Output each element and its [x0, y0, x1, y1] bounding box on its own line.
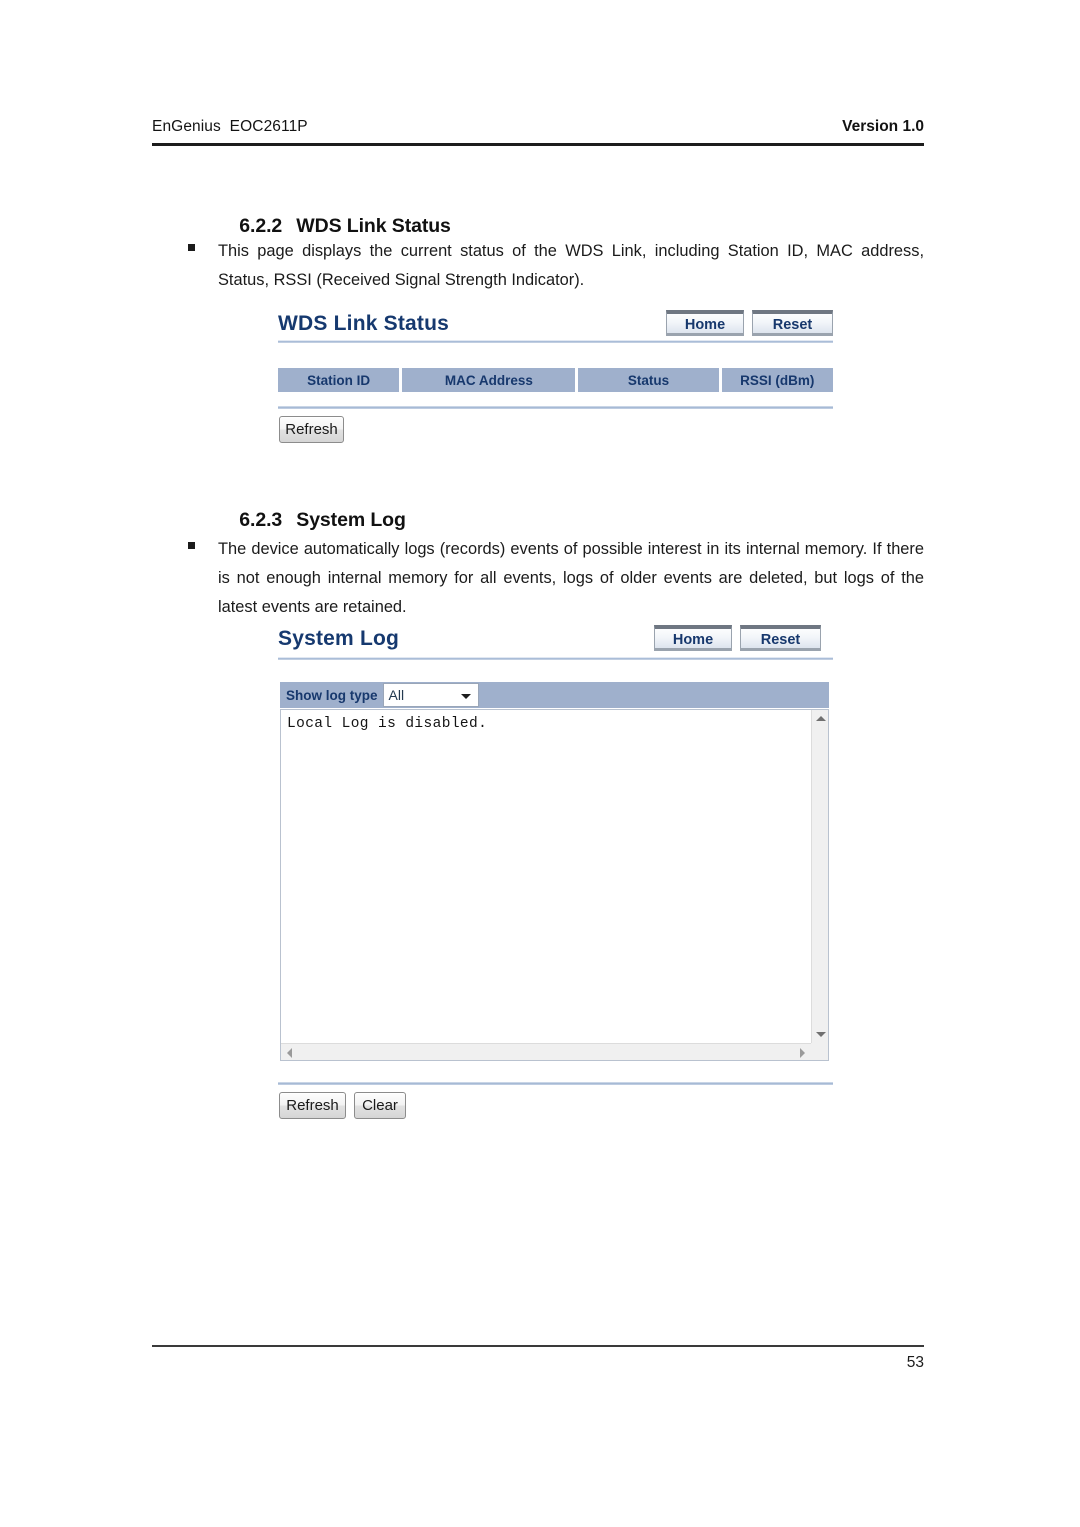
syslog-panel-title: System Log: [278, 627, 400, 650]
section-number-623: 6.2.3: [239, 509, 283, 531]
wds-link-status-panel: WDS Link Status Home Reset Station ID MA…: [278, 310, 833, 445]
document-page: EnGenius EOC2611P Version 1.0 6.2.2 WDS L…: [0, 0, 1080, 1527]
section-body-622: This page displays the current status of…: [188, 237, 924, 295]
wds-column-mac-address: MAC Address: [402, 368, 576, 392]
scroll-up-arrow-icon[interactable]: [816, 716, 826, 721]
syslog-panel-divider-bottom: [278, 1082, 833, 1085]
syslog-refresh-button[interactable]: Refresh: [279, 1092, 346, 1119]
system-log-panel: System Log Home Reset Show log type All …: [278, 625, 833, 1125]
wds-column-station-id: Station ID: [278, 368, 400, 392]
wds-panel-divider-top: [278, 340, 833, 343]
chevron-down-icon: [460, 694, 471, 699]
show-log-type-bar: Show log type All: [280, 682, 829, 708]
footer-divider: [152, 1345, 924, 1347]
wds-column-status: Status: [578, 368, 719, 392]
show-log-type-value: All: [388, 687, 405, 703]
syslog-home-button[interactable]: Home: [654, 625, 732, 649]
section-number-622: 6.2.2: [239, 215, 283, 237]
wds-home-button[interactable]: Home: [666, 310, 744, 334]
scroll-right-arrow-icon[interactable]: [800, 1048, 805, 1058]
system-log-textarea[interactable]: Local Log is disabled.: [280, 709, 829, 1061]
bullet-marker-icon: [188, 244, 195, 251]
show-log-type-select[interactable]: All: [382, 683, 479, 707]
system-log-content: Local Log is disabled.: [287, 716, 488, 732]
section-body-623: The device automatically logs (records) …: [188, 535, 924, 622]
header-divider: [152, 143, 924, 146]
wds-panel-title: WDS Link Status: [278, 312, 450, 335]
show-log-type-label: Show log type: [286, 687, 378, 703]
log-vertical-scrollbar[interactable]: [811, 710, 828, 1043]
syslog-clear-button[interactable]: Clear: [354, 1092, 406, 1119]
bullet-marker-icon-2: [188, 542, 195, 549]
section-title-623: System Log: [296, 509, 406, 531]
header-product-name: EnGenius EOC2611P: [152, 118, 308, 135]
wds-table-header-row: Station ID MAC Address Status RSSI (dBm): [278, 368, 833, 392]
scroll-left-arrow-icon[interactable]: [287, 1048, 292, 1058]
page-number: 53: [906, 1354, 924, 1371]
section-body-622-text: This page displays the current status of…: [218, 242, 924, 289]
wds-refresh-button[interactable]: Refresh: [279, 416, 344, 443]
scroll-down-arrow-icon[interactable]: [816, 1032, 826, 1037]
wds-panel-divider-bottom: [278, 406, 833, 409]
log-horizontal-scrollbar[interactable]: [281, 1043, 811, 1060]
wds-column-rssi: RSSI (dBm): [721, 368, 833, 392]
scrollbar-corner: [811, 1043, 828, 1060]
document-header: EnGenius EOC2611P Version 1.0: [152, 118, 924, 148]
syslog-panel-divider-top: [278, 657, 833, 660]
section-body-623-text: The device automatically logs (records) …: [218, 540, 924, 616]
header-version: Version 1.0: [842, 118, 924, 135]
section-title-622: WDS Link Status: [296, 215, 451, 237]
syslog-reset-button[interactable]: Reset: [740, 625, 821, 649]
wds-reset-button[interactable]: Reset: [752, 310, 833, 334]
